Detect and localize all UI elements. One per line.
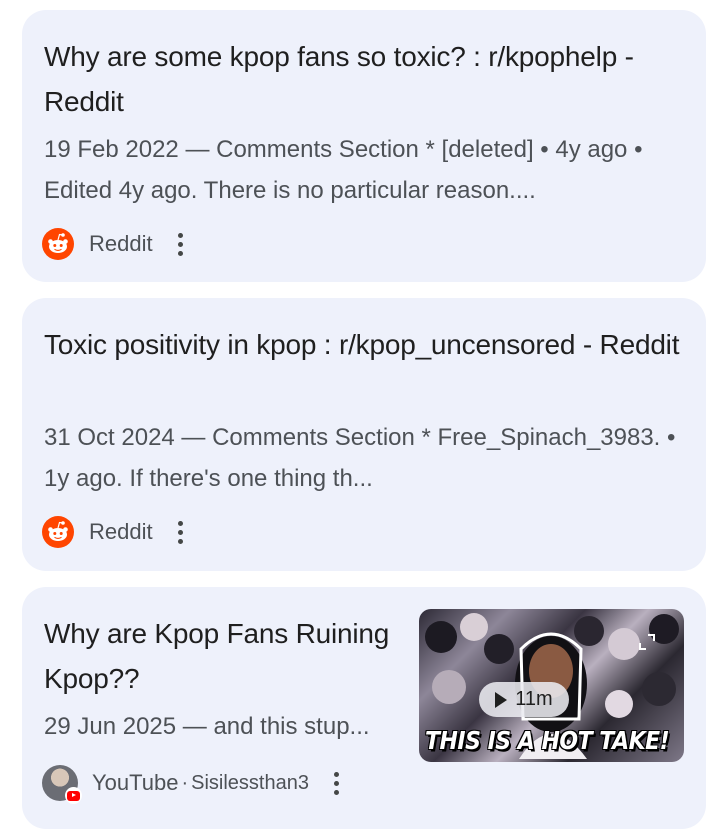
result-snippet: 29 Jun 2025 — and this stup... bbox=[44, 713, 370, 740]
result-snippet: 19 Feb 2022 — Comments Section * [delete… bbox=[44, 136, 643, 204]
result-source: YouTube · Sisilessthan3 bbox=[42, 765, 349, 804]
reddit-icon bbox=[42, 516, 74, 548]
result-source: Reddit bbox=[42, 515, 193, 549]
source-separator: · bbox=[181, 771, 189, 794]
video-thumbnail[interactable]: 11m THIS IS A HOT TAKE! bbox=[419, 609, 684, 762]
youtube-icon bbox=[65, 787, 82, 804]
source-name[interactable]: Reddit bbox=[89, 519, 153, 545]
expand-icon[interactable] bbox=[639, 634, 655, 650]
source-name[interactable]: YouTube bbox=[92, 770, 178, 796]
channel-avatar bbox=[42, 765, 82, 804]
search-result-card[interactable]: Toxic positivity in kpop : r/kpop_uncens… bbox=[22, 298, 706, 571]
play-icon bbox=[495, 691, 508, 708]
more-options-icon[interactable] bbox=[169, 227, 193, 261]
result-title[interactable]: Toxic positivity in kpop : r/kpop_uncens… bbox=[44, 322, 694, 367]
result-snippet: 31 Oct 2024 — Comments Section * Free_Sp… bbox=[44, 424, 676, 492]
result-source: Reddit bbox=[42, 227, 193, 261]
video-duration: 11m bbox=[515, 688, 553, 710]
source-name[interactable]: Reddit bbox=[89, 231, 153, 257]
channel-name[interactable]: Sisilessthan3 bbox=[191, 772, 309, 795]
result-title[interactable]: Why are some kpop fans so toxic? : r/kpo… bbox=[44, 34, 694, 124]
result-title[interactable]: Why are Kpop Fans Ruining Kpop?? bbox=[44, 611, 404, 701]
video-result-card[interactable]: Why are Kpop Fans Ruining Kpop?? 29 Jun … bbox=[22, 587, 706, 829]
search-result-card[interactable]: Why are some kpop fans so toxic? : r/kpo… bbox=[22, 10, 706, 282]
reddit-icon bbox=[42, 228, 74, 260]
more-options-icon[interactable] bbox=[325, 766, 349, 800]
more-options-icon[interactable] bbox=[169, 515, 193, 549]
thumbnail-caption: THIS IS A HOT TAKE! bbox=[425, 727, 670, 756]
video-duration-badge: 11m bbox=[479, 682, 569, 717]
